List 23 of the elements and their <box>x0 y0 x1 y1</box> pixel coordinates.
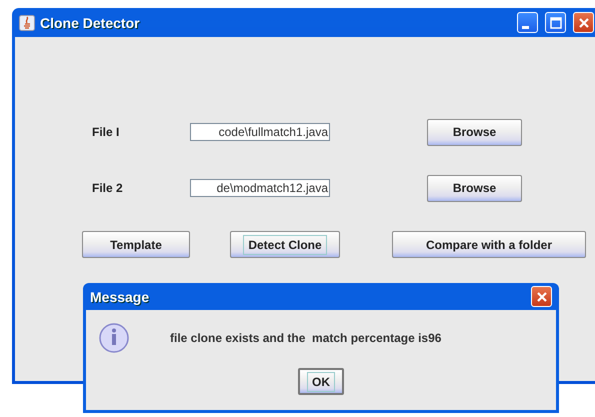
message-text: file clone exists and the match percentage is96 <box>170 331 442 345</box>
maximize-icon <box>550 16 562 28</box>
browse-button[interactable]: Browse <box>427 174 522 202</box>
action-button[interactable]: Detect Clone <box>230 231 340 258</box>
browse-button[interactable]: Browse <box>427 118 522 146</box>
action-button[interactable]: Template <box>82 231 190 258</box>
minimize-button[interactable] <box>517 12 538 33</box>
close-button[interactable] <box>573 12 594 33</box>
close-icon <box>536 290 548 302</box>
field-label: File 2 <box>92 181 124 195</box>
window-title: Clone Detector <box>40 14 141 30</box>
info-icon <box>98 322 130 354</box>
file-path-field[interactable]: code\fullmatch1.java <box>190 123 330 141</box>
close-button[interactable] <box>531 286 552 307</box>
action-button[interactable]: Compare with a folder <box>392 231 586 258</box>
file-path-field[interactable]: de\modmatch12.java <box>190 179 330 197</box>
close-icon <box>578 16 590 28</box>
minimize-icon <box>522 26 528 28</box>
app-icon <box>19 14 35 30</box>
dialog-title: Message <box>90 288 150 304</box>
maximize-button[interactable] <box>545 12 566 33</box>
field-label: File I <box>92 125 120 139</box>
ok-button[interactable]: OK <box>298 368 344 395</box>
